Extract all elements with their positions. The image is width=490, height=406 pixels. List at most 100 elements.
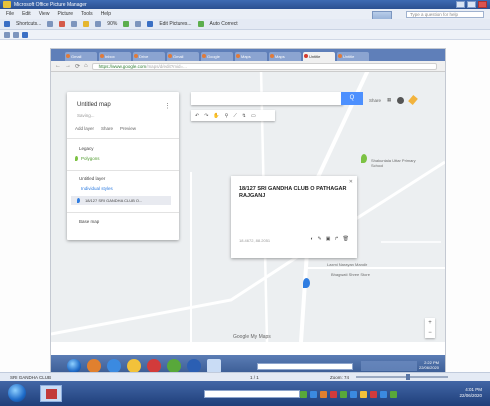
rotate-right-icon[interactable] [135,21,142,27]
base-map-toggle[interactable]: Base map [79,219,99,224]
copy-icon[interactable] [71,21,78,27]
map-canvas[interactable]: Untitled map Saving... ⋮ Add layer Share… [51,72,445,342]
inner-search-input[interactable] [257,363,353,370]
word-icon[interactable] [187,359,201,373]
edit-pictures-button[interactable]: Edit Pictures... [159,21,191,27]
url-input[interactable]: https://www.google.com/maps/d/edit?mid=.… [91,62,437,70]
undo-icon[interactable]: ↶ [195,113,199,119]
share-button[interactable]: Share [101,126,113,131]
zoom-slider[interactable] [356,374,448,380]
directions-icon[interactable]: ↱ [334,236,338,242]
help-search-input[interactable]: Type a question for help [406,11,484,18]
menu-view[interactable]: View [39,11,50,17]
tray-icon[interactable] [370,390,377,398]
excel-icon[interactable] [167,359,181,373]
share-link[interactable]: Share [369,98,381,103]
start-button[interactable] [8,384,26,402]
shortcuts-button[interactable]: Shortcuts... [16,21,41,27]
close-button[interactable] [478,1,487,8]
style-icon[interactable]: ◐ [310,236,313,242]
account-icon[interactable] [397,96,405,104]
green-map-pin-icon[interactable] [361,154,367,163]
zoom-slider-handle[interactable] [406,374,410,380]
browser-tab[interactable]: Maps [235,52,267,61]
maximize-button[interactable] [467,1,476,8]
tray-icon[interactable] [330,390,337,398]
menu-tools[interactable]: Tools [81,11,93,17]
taskbar-search-input[interactable] [204,390,300,398]
browser-tab-strip: Gmail Inbox Drive Gmail Google Maps Maps… [51,49,445,61]
browser-tab[interactable]: Maps [269,52,301,61]
save-icon[interactable] [47,21,54,27]
rotate-icon[interactable] [123,21,130,27]
tray-icon[interactable] [390,390,397,398]
tray-icon[interactable] [340,390,347,398]
back-icon[interactable]: ← [55,63,61,69]
edit-pictures-icon[interactable] [147,21,154,27]
search-button[interactable]: Q [341,92,363,105]
thumbnail-view-icon[interactable] [4,31,10,38]
menu-file[interactable]: File [6,11,14,17]
ruler-icon[interactable]: ▭ [251,113,256,119]
browser-tab-active[interactable]: Untitle [303,52,335,61]
tray-icon[interactable] [360,390,367,398]
auto-correct-button[interactable]: Auto Correct [210,21,238,27]
line-icon[interactable]: ⟋ [233,113,237,119]
filmstrip-view-icon[interactable] [13,31,19,38]
paste-icon[interactable] [83,21,90,27]
taskbar-clock[interactable]: 4:01 PM 22/06/2020 [459,387,482,399]
blue-map-pin-icon[interactable] [303,278,310,288]
legacy-layer-title[interactable]: Legacy [79,146,94,151]
media-icon[interactable] [147,359,161,373]
route-icon[interactable]: ↯ [242,113,246,119]
start-orb-icon[interactable] [67,359,81,373]
tray-icon[interactable] [380,390,387,398]
chrome-icon[interactable] [87,359,101,373]
apps-icon[interactable]: ▦ [387,97,391,103]
tray-icon[interactable] [350,390,357,398]
zoom-in-button[interactable]: + [425,318,435,328]
auto-correct-icon[interactable] [197,21,204,27]
preview-button[interactable]: Preview [120,126,136,131]
layer-title[interactable]: Untitled layer [79,176,105,181]
browser-tab[interactable]: Drive [133,52,165,61]
tray-icon[interactable] [310,390,317,398]
tray-icon[interactable] [320,390,327,398]
zoom-out-button[interactable]: − [425,328,435,338]
browser-tab[interactable]: Google [201,52,233,61]
single-view-icon[interactable] [22,31,28,38]
app-icon[interactable] [207,359,221,373]
close-icon[interactable]: ✕ [349,179,353,185]
minimize-button[interactable] [456,1,465,8]
redo-icon[interactable]: ↷ [204,113,208,119]
reload-icon[interactable]: ⟳ [75,63,80,70]
shortcuts-icon[interactable] [4,21,10,27]
home-icon[interactable]: ⌂ [84,63,88,69]
photo-icon[interactable]: ▣ [326,236,331,242]
folder-icon[interactable] [127,359,141,373]
ie-icon[interactable] [107,359,121,373]
undo-icon[interactable] [95,21,102,27]
browser-tab[interactable]: Gmail [167,52,199,61]
tray-icon[interactable] [300,390,307,398]
picture-manager-taskbar-button[interactable] [40,385,62,402]
menu-picture[interactable]: Picture [57,11,73,17]
more-options-icon[interactable]: ⋮ [164,102,171,110]
add-layer-button[interactable]: Add layer [75,126,94,131]
map-search-input[interactable] [191,92,343,105]
delete-icon[interactable] [59,21,66,27]
browser-tab[interactable]: Inbox [99,52,131,61]
forward-icon[interactable]: → [65,63,71,69]
hand-icon[interactable]: ✋ [213,113,219,119]
edit-icon[interactable]: ✎ [318,236,322,242]
map-title[interactable]: Untitled map [77,102,111,108]
menu-help[interactable]: Help [101,11,111,17]
delete-icon[interactable]: 🗑 [343,236,349,242]
zoom-value[interactable]: 90% [107,21,117,27]
menu-edit[interactable]: Edit [22,11,31,17]
individual-styles-link[interactable]: Individual styles [81,186,113,191]
browser-tab[interactable]: Untitle [337,52,369,61]
browser-tab[interactable]: Gmail [65,52,97,61]
selected-feature-row[interactable]: 18/127 SRI GANDHA CLUB O... [71,196,171,205]
marker-icon[interactable]: ⚲ [225,113,229,119]
